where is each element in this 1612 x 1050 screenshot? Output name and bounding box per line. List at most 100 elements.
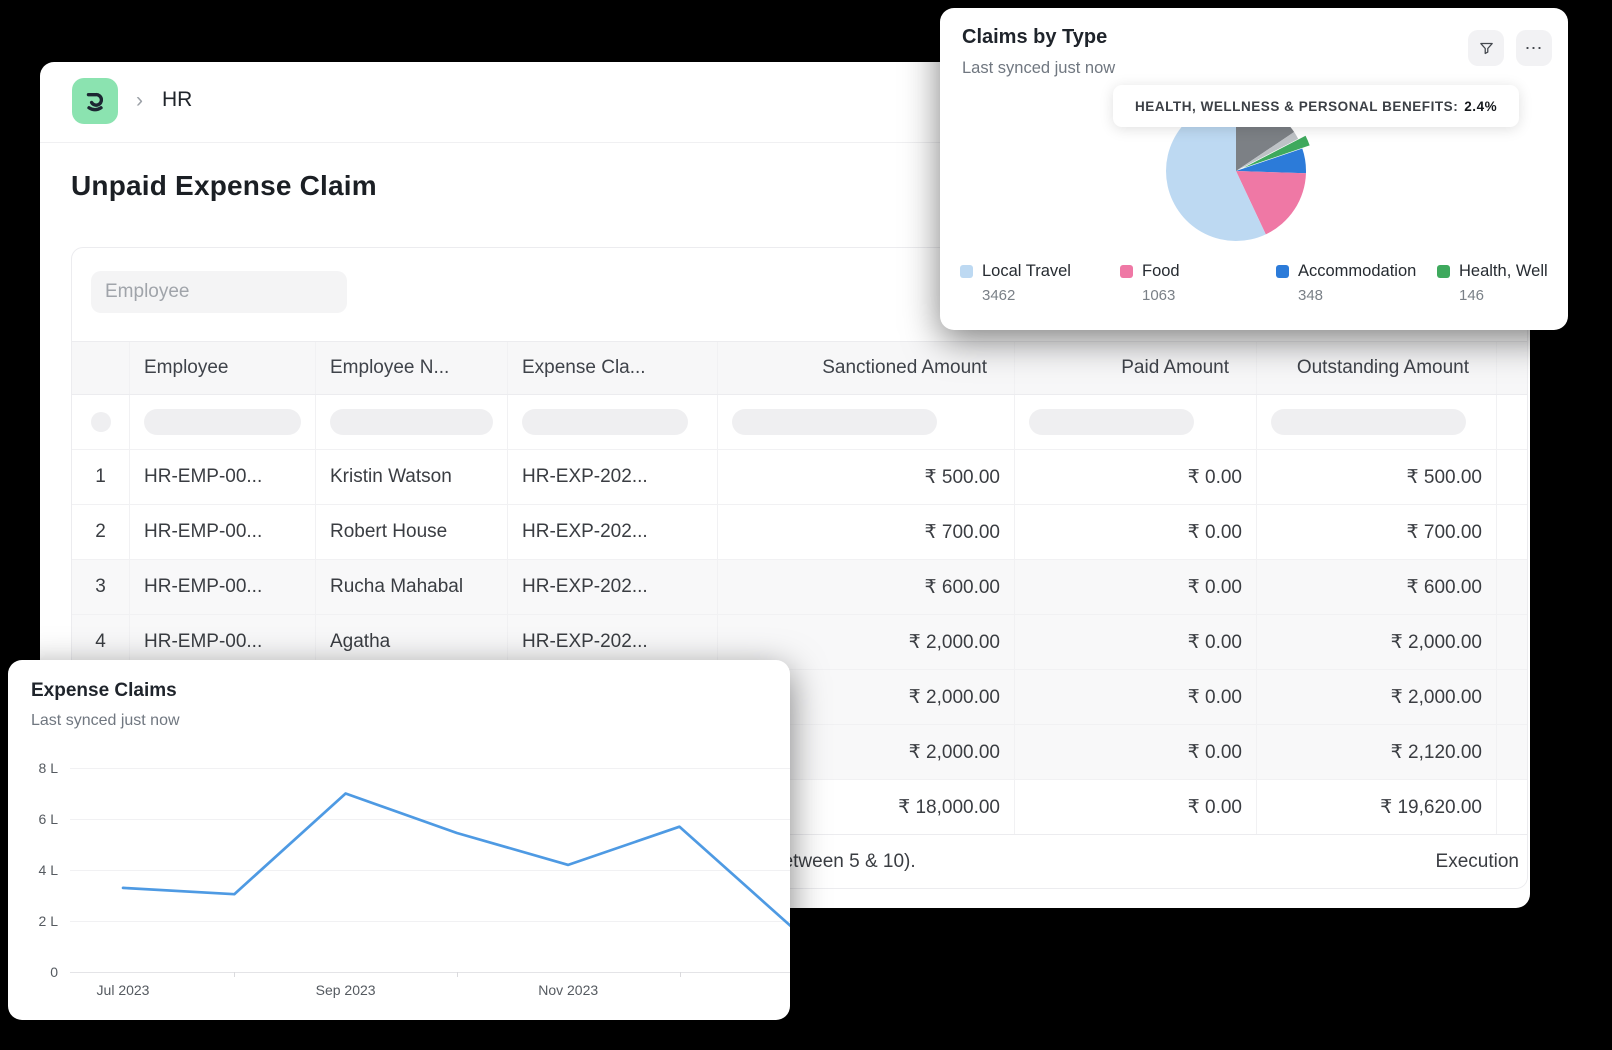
employee-name-cell: Rucha Mahabal	[315, 560, 507, 614]
claims-by-type-card: Claims by Type Last synced just now ⋯ HE…	[940, 8, 1568, 330]
extra-cell	[1496, 560, 1527, 614]
legend-label: Accommodation	[1298, 262, 1416, 281]
legend-value: 348	[1276, 287, 1416, 304]
funnel-icon	[1478, 40, 1495, 57]
legend-swatch	[1437, 265, 1450, 278]
legend-label: Food	[1142, 262, 1180, 281]
legend-label: Health, Well	[1459, 262, 1548, 281]
hr-logo-glyph	[80, 86, 110, 116]
filter-rownum-cell	[72, 395, 129, 449]
page-title: Unpaid Expense Claim	[71, 170, 377, 202]
expense-claim-cell: HR-EXP-202...	[507, 505, 717, 559]
legend-value: 3462	[960, 287, 1071, 304]
expense-claim-cell: HR-EXP-202...	[507, 560, 717, 614]
rownum-cell: 1	[72, 450, 129, 504]
table-row[interactable]: 1HR-EMP-00...Kristin WatsonHR-EXP-202...…	[72, 449, 1527, 504]
column-header-outstanding-amount[interactable]: Outstanding Amount	[1256, 342, 1496, 394]
sanctioned-amount-cell: ₹ 500.00	[717, 450, 1014, 504]
paid-amount-cell: ₹ 0.00	[1014, 725, 1256, 779]
column-header-expense-claim[interactable]: Expense Cla...	[507, 342, 717, 394]
outstanding-amount-cell: ₹ 2,000.00	[1256, 670, 1496, 724]
paid-amount-cell: ₹ 0.00	[1014, 560, 1256, 614]
filter-skeleton-dot[interactable]	[91, 412, 111, 432]
expense-claim-cell: HR-EXP-202...	[507, 450, 717, 504]
more-options-button[interactable]: ⋯	[1516, 30, 1552, 66]
filter-skeleton-pill[interactable]	[1029, 409, 1194, 435]
filter-expense-claim-cell	[507, 395, 717, 449]
legend-item[interactable]: Health, Well 146	[1437, 262, 1548, 304]
legend-value: 146	[1437, 287, 1548, 304]
pie-legend: Local Travel 3462 Food 1063 Accommodatio…	[940, 262, 1568, 314]
paid-amount-cell: ₹ 0.00	[1014, 505, 1256, 559]
filter-employee-name-cell	[315, 395, 507, 449]
filter-skeleton-pill[interactable]	[522, 409, 688, 435]
claims-card-title: Claims by Type	[962, 26, 1546, 49]
extra-cell	[1496, 670, 1527, 724]
table-filter-row	[72, 395, 1527, 449]
filter-extra-cell	[1496, 395, 1527, 449]
extra-cell	[1496, 725, 1527, 779]
paid-amount-cell: ₹ 0.00	[1014, 670, 1256, 724]
filter-button[interactable]	[1468, 30, 1504, 66]
frappe-hr-logo-icon[interactable]	[72, 78, 118, 124]
breadcrumb[interactable]: HR	[162, 88, 192, 112]
paid-amount-cell: ₹ 0.00	[1014, 780, 1256, 834]
employee-name-cell: Kristin Watson	[315, 450, 507, 504]
outstanding-amount-cell: ₹ 19,620.00	[1256, 780, 1496, 834]
legend-label: Local Travel	[982, 262, 1071, 281]
legend-value: 1063	[1120, 287, 1180, 304]
employee-cell: HR-EMP-00...	[129, 560, 315, 614]
expense-claims-card: Expense Claims Last synced just now 8 L6…	[8, 660, 790, 1020]
extra-cell	[1496, 450, 1527, 504]
table-header-row: Employee Employee N... Expense Cla... Sa…	[72, 341, 1527, 395]
legend-item[interactable]: Accommodation 348	[1276, 262, 1416, 304]
table-row[interactable]: 3HR-EMP-00...Rucha MahabalHR-EXP-202...₹…	[72, 559, 1527, 614]
column-header-employee[interactable]: Employee	[129, 342, 315, 394]
breadcrumb-chevron-icon: ›	[136, 89, 143, 113]
rownum-cell: 2	[72, 505, 129, 559]
filter-skeleton-pill[interactable]	[330, 409, 493, 435]
legend-item[interactable]: Food 1063	[1120, 262, 1180, 304]
outstanding-amount-cell: ₹ 500.00	[1256, 450, 1496, 504]
pie-tooltip-value: 2.4%	[1464, 99, 1497, 114]
paid-amount-cell: ₹ 0.00	[1014, 450, 1256, 504]
column-header-paid-amount[interactable]: Paid Amount	[1014, 342, 1256, 394]
extra-cell	[1496, 780, 1527, 834]
paid-amount-cell: ₹ 0.00	[1014, 615, 1256, 669]
legend-swatch	[1120, 265, 1133, 278]
column-header-employee-name[interactable]: Employee N...	[315, 342, 507, 394]
outstanding-amount-cell: ₹ 600.00	[1256, 560, 1496, 614]
employee-cell: HR-EMP-00...	[129, 450, 315, 504]
extra-cell	[1496, 615, 1527, 669]
rownum-cell: 3	[72, 560, 129, 614]
sanctioned-amount-cell: ₹ 700.00	[717, 505, 1014, 559]
expense-claims-line	[123, 794, 790, 927]
employee-filter-input[interactable]	[91, 271, 347, 313]
filter-skeleton-pill[interactable]	[1271, 409, 1466, 435]
outstanding-amount-cell: ₹ 2,000.00	[1256, 615, 1496, 669]
pie-tooltip: HEALTH, WELLNESS & PERSONAL BENEFITS: 2.…	[1113, 85, 1519, 127]
legend-swatch	[1276, 265, 1289, 278]
legend-swatch	[960, 265, 973, 278]
filter-skeleton-pill[interactable]	[144, 409, 301, 435]
column-header-extra	[1496, 342, 1527, 394]
column-header-sanctioned-amount[interactable]: Sanctioned Amount	[717, 342, 1014, 394]
expense-line-chart: 8 L6 L4 L2 L0Jul 2023Sep 2023Nov 2023	[8, 660, 790, 1020]
table-row[interactable]: 2HR-EMP-00...Robert HouseHR-EXP-202...₹ …	[72, 504, 1527, 559]
sanctioned-amount-cell: ₹ 600.00	[717, 560, 1014, 614]
pie-tooltip-label: HEALTH, WELLNESS & PERSONAL BENEFITS:	[1135, 99, 1458, 114]
dashboard-stage: › HR Unpaid Expense Claim Employee Emplo…	[0, 0, 1612, 1050]
line-series-svg	[8, 660, 790, 1020]
filter-paid-cell	[1014, 395, 1256, 449]
filter-outstanding-cell	[1256, 395, 1496, 449]
extra-cell	[1496, 505, 1527, 559]
employee-cell: HR-EMP-00...	[129, 505, 315, 559]
outstanding-amount-cell: ₹ 2,120.00	[1256, 725, 1496, 779]
outstanding-amount-cell: ₹ 700.00	[1256, 505, 1496, 559]
filter-employee-cell	[129, 395, 315, 449]
table-footer-note: between 5 & 10).	[772, 835, 916, 889]
employee-name-cell: Robert House	[315, 505, 507, 559]
table-footer-execution-label: Execution	[1436, 835, 1519, 889]
legend-item[interactable]: Local Travel 3462	[960, 262, 1071, 304]
filter-skeleton-pill[interactable]	[732, 409, 937, 435]
